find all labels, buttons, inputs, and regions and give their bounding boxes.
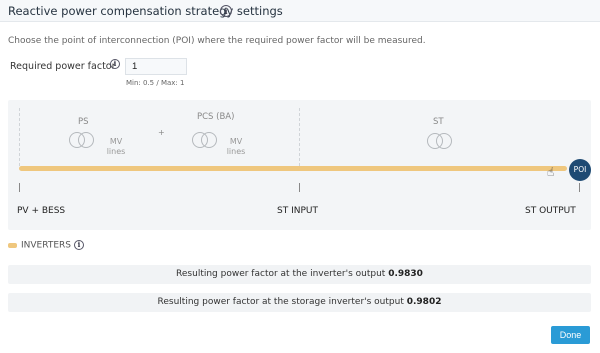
hand-cursor-icon: ☝ — [547, 165, 555, 179]
storage-result-row: Resulting power factor at the storage in… — [8, 293, 591, 312]
description-text: Choose the point of interconnection (POI… — [8, 36, 426, 46]
tick-st-output — [579, 183, 580, 192]
divider-line — [19, 108, 20, 166]
tick-st-input — [299, 183, 300, 192]
storage-result-value: 0.9802 — [406, 297, 442, 307]
reactive-power-dialog: Reactive power compensation strategy set… — [0, 0, 600, 353]
storage-result-text: Resulting power factor at the storage in… — [157, 297, 404, 307]
plus-sign: + — [158, 128, 165, 137]
power-factor-hint: Min: 0.5 / Max: 1 — [126, 79, 185, 87]
power-factor-info-icon[interactable]: i — [110, 59, 120, 69]
divider-line — [299, 108, 300, 166]
poi-marker[interactable]: POI — [569, 159, 591, 181]
inverter-result-value: 0.9830 — [388, 269, 423, 279]
ps-mv-lines-label: MV lines — [106, 137, 126, 156]
st-label: ST — [433, 117, 444, 127]
power-factor-label: Required power factor — [10, 61, 116, 72]
tick-pv-bess — [19, 183, 20, 192]
point-pv-bess[interactable]: PV + BESS — [17, 206, 65, 216]
inverters-label: INVERTERS — [21, 240, 71, 251]
power-factor-input[interactable] — [125, 58, 187, 75]
inverter-result-text: Resulting power factor at the inverter's… — [176, 269, 386, 279]
dialog-header: Reactive power compensation strategy set… — [0, 0, 600, 22]
ps-label: PS — [78, 117, 89, 127]
pcs-label: PCS (BA) — [197, 112, 235, 122]
info-icon[interactable]: i — [220, 5, 232, 17]
inverter-result-row: Resulting power factor at the inverter's… — [8, 265, 591, 284]
point-st-output[interactable]: ST OUTPUT — [525, 206, 576, 216]
dialog-title: Reactive power compensation strategy set… — [8, 4, 283, 18]
pcs-mv-lines-label: MV lines — [226, 137, 246, 156]
inverters-info-icon[interactable]: i — [73, 240, 84, 250]
inverters-legend: INVERTERS i — [8, 240, 84, 251]
point-st-input[interactable]: ST INPUT — [277, 206, 318, 216]
done-button[interactable]: Done — [551, 326, 590, 344]
power-bus-line — [19, 166, 567, 171]
inverters-swatch — [8, 242, 17, 248]
